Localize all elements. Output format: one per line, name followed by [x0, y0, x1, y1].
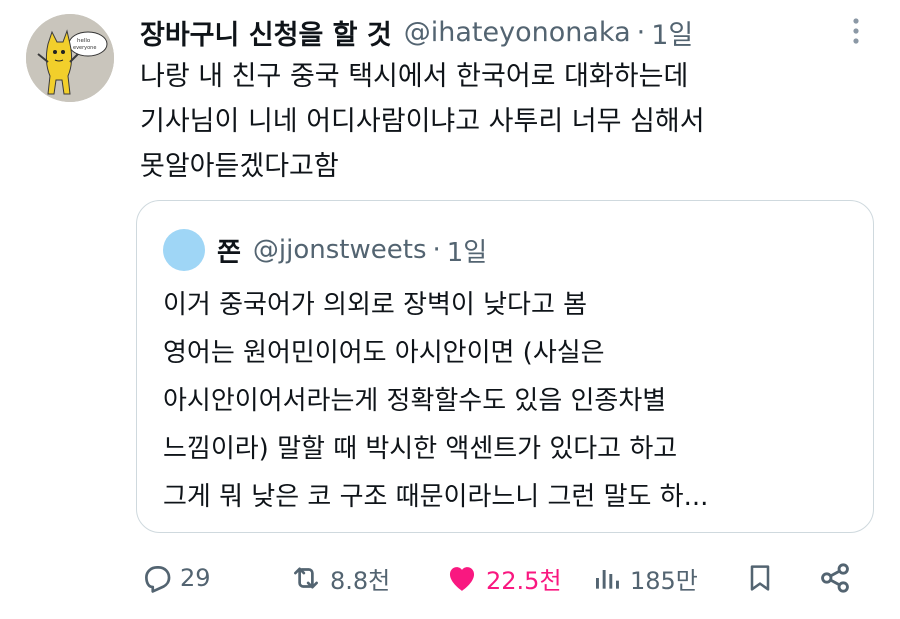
svg-text:hello: hello: [77, 38, 91, 44]
quoted-author-avatar[interactable]: [163, 229, 205, 271]
like-button[interactable]: 22.5천: [444, 555, 562, 601]
views-count: 185만: [630, 566, 698, 595]
quoted-tweet-text: 이거 중국어가 의외로 장벽이 낮다고 봄 영어는 원어민이어도 아시안이면 (…: [163, 281, 853, 521]
more-options-button[interactable]: [846, 14, 866, 48]
tweet-text-line: 나랑 내 친구 중국 택시에서 한국어로 대화하는데: [140, 61, 689, 92]
quoted-author-handle[interactable]: @jjonstweets: [253, 235, 427, 265]
author-display-name[interactable]: 장바구니 신청을 할 것: [140, 13, 392, 52]
quoted-tweet-header: 쫀 @jjonstweets · 1일: [217, 227, 487, 273]
quoted-text-line: 느낌이라) 말할 때 박시한 액센트가 있다고 하고: [163, 434, 678, 464]
reply-icon: [145, 566, 171, 593]
author-handle[interactable]: @ihateyononaka: [404, 17, 631, 48]
bookmark-button[interactable]: [744, 555, 776, 601]
retweet-icon: [294, 567, 318, 589]
reply-button[interactable]: 29: [140, 555, 211, 601]
tweet-text: 나랑 내 친구 중국 택시에서 한국어로 대화하는데 기사님이 니네 어디사람이…: [140, 54, 860, 189]
quoted-text-line: 영어는 원어민이어도 아시안이면 (사실은: [163, 338, 605, 368]
retweet-button[interactable]: 8.8천: [288, 555, 390, 601]
retweet-count: 8.8천: [330, 566, 391, 595]
bookmark-icon: [750, 565, 770, 591]
views-button[interactable]: 185만: [592, 555, 698, 601]
tweet-action-bar: 29 8.8천 22.5천 185만: [0, 555, 900, 601]
quoted-tweet-timestamp[interactable]: 1일: [447, 232, 487, 269]
quoted-author-display-name[interactable]: 쫀: [217, 232, 241, 269]
quoted-tweet[interactable]: 쫀 @jjonstweets · 1일 이거 중국어가 의외로 장벽이 낮다고 …: [136, 200, 874, 533]
like-count: 22.5천: [486, 566, 562, 595]
views-icon: [596, 570, 619, 589]
header-separator: ·: [636, 16, 646, 48]
tweet-timestamp[interactable]: 1일: [651, 13, 693, 52]
quoted-text-line: 아시안이어서라는게 정확할수도 있음 인종차별: [163, 386, 667, 416]
author-avatar[interactable]: hello everyone: [26, 14, 114, 102]
reply-count: 29: [180, 564, 211, 592]
share-icon: [821, 563, 849, 593]
quoted-header-separator: ·: [432, 235, 441, 265]
tweet-text-line: 기사님이 니네 어디사람이냐고 사투리 너무 심해서: [140, 106, 705, 137]
quoted-text-line: 이거 중국어가 의외로 장벽이 낮다고 봄: [163, 290, 588, 320]
tweet-header: 장바구니 신청을 할 것 @ihateyononaka · 1일: [140, 12, 693, 52]
more-icon: [853, 18, 859, 44]
svg-text:everyone: everyone: [73, 45, 96, 51]
tweet-text-line: 못알아듣겠다고함: [140, 151, 339, 182]
share-button[interactable]: [817, 555, 853, 601]
avatar-image: hello everyone: [26, 14, 114, 102]
quoted-text-line: 그게 뭐 낮은 코 구조 때문이라느니 그런 말도 하...: [163, 482, 709, 512]
heart-icon: [449, 567, 475, 591]
